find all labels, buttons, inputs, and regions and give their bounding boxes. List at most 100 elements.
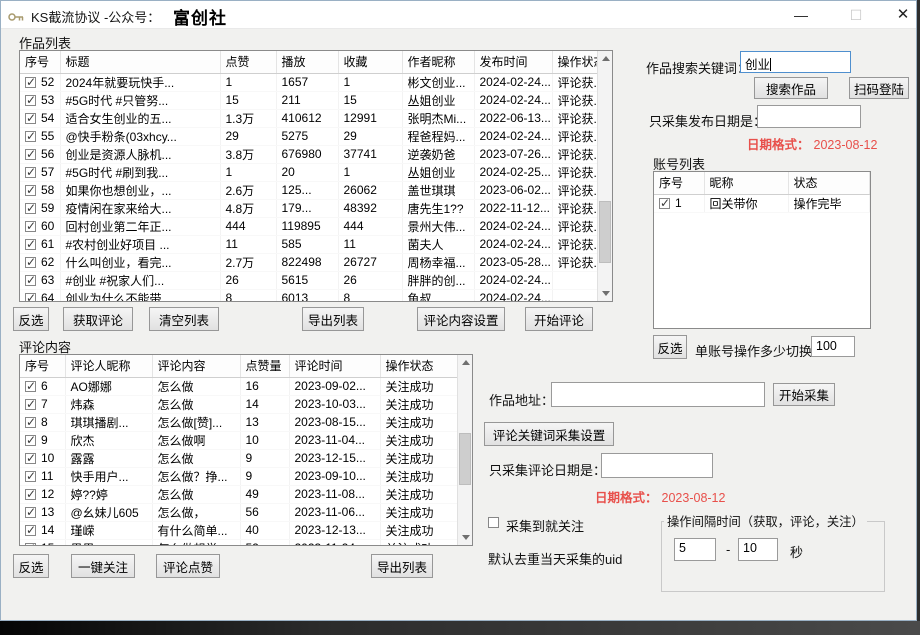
row-checkbox[interactable] bbox=[25, 399, 36, 410]
row-checkbox[interactable] bbox=[25, 95, 36, 106]
text-caret bbox=[770, 58, 771, 71]
interval-groupbox: 操作间隔时间（获取，评论，关注） 5 - 10 秒 bbox=[661, 512, 885, 592]
comments-row[interactable]: 11快手用户...怎么做？挣...92023-09-10...关注成功 bbox=[20, 467, 459, 485]
close-button[interactable]: ✕ bbox=[886, 1, 917, 29]
search-works-button[interactable]: 搜索作品 bbox=[754, 77, 828, 99]
start-comment-button[interactable]: 开始评论 bbox=[525, 307, 593, 331]
row-checkbox[interactable] bbox=[25, 239, 36, 250]
window-title: KS截流协议 -公众号： bbox=[31, 7, 160, 26]
scroll-down-arrow-icon[interactable] bbox=[598, 286, 612, 301]
accounts-table[interactable]: 序号 昵称 状态 1回关带你操作完毕 bbox=[653, 171, 871, 329]
scrollbar-thumb[interactable] bbox=[459, 433, 471, 485]
interval-unit-label: 秒 bbox=[790, 542, 803, 561]
row-checkbox[interactable] bbox=[25, 131, 36, 142]
row-checkbox[interactable] bbox=[659, 198, 670, 209]
scroll-up-arrow-icon[interactable] bbox=[598, 51, 612, 66]
scroll-up-arrow-icon[interactable] bbox=[458, 355, 472, 370]
row-checkbox[interactable] bbox=[25, 417, 36, 428]
account-switch-label: 单账号操作多少切换： bbox=[695, 341, 825, 360]
works-table[interactable]: 序号 标题 点赞 播放 收藏 作者昵称 发布时间 操作状态 522024年就要玩… bbox=[19, 50, 613, 302]
works-row[interactable]: 64创业为什么不能带...860138鱼叔2024-02-24... bbox=[20, 289, 599, 302]
row-checkbox[interactable] bbox=[25, 77, 36, 88]
comments-row[interactable]: 10露露怎么做92023-12-15...关注成功 bbox=[20, 449, 459, 467]
works-row[interactable]: 54适合女生创业的五...1.3万41061212991张明杰Mi...2022… bbox=[20, 109, 599, 127]
comments-table[interactable]: 序号 评论人昵称 评论内容 点赞量 评论时间 操作状态 6AO娜娜怎么做1620… bbox=[19, 354, 473, 546]
qr-login-button[interactable]: 扫码登陆 bbox=[849, 77, 909, 99]
row-checkbox[interactable] bbox=[25, 435, 36, 446]
comment-date-label: 只采集评论日期是： bbox=[489, 460, 606, 479]
row-checkbox[interactable] bbox=[25, 203, 36, 214]
scrollbar-thumb[interactable] bbox=[599, 201, 611, 263]
start-collect-button[interactable]: 开始采集 bbox=[773, 383, 835, 406]
works-row[interactable]: 63#创业 #祝家人们...26561526胖胖的创...2024-02-24.… bbox=[20, 271, 599, 289]
row-checkbox[interactable] bbox=[25, 113, 36, 124]
works-invert-button[interactable]: 反选 bbox=[13, 307, 49, 331]
accounts-table-header: 序号 昵称 状态 bbox=[654, 172, 870, 194]
comments-scrollbar[interactable] bbox=[457, 355, 472, 545]
follow-on-collect-label: 采集到就关注 bbox=[506, 516, 584, 535]
interval-label: 操作间隔时间（获取，评论，关注） bbox=[664, 512, 867, 530]
publish-date-input[interactable] bbox=[757, 105, 861, 128]
row-checkbox[interactable] bbox=[25, 221, 36, 232]
works-row[interactable]: 61#农村创业好项目 ...1158511菌夫人2024-02-24...评论获… bbox=[20, 235, 599, 253]
row-checkbox[interactable] bbox=[25, 525, 36, 536]
row-checkbox[interactable] bbox=[25, 489, 36, 500]
minimize-button[interactable]: — bbox=[784, 1, 818, 29]
publish-date-format-hint: 日期格式：2023-08-12 bbox=[747, 134, 877, 153]
row-checkbox[interactable] bbox=[25, 381, 36, 392]
work-url-input[interactable] bbox=[551, 382, 765, 407]
works-row[interactable]: 57#5G时代 #刷到我...1201丛姐创业2024-02-25...评论获.… bbox=[20, 163, 599, 181]
dedupe-note-label: 默认去重当天采集的uid bbox=[488, 549, 622, 568]
row-checkbox[interactable] bbox=[25, 167, 36, 178]
row-checkbox[interactable] bbox=[25, 543, 36, 547]
account-row[interactable]: 1回关带你操作完毕 bbox=[654, 194, 870, 212]
interval-max-input[interactable]: 10 bbox=[738, 538, 778, 561]
comments-invert-button[interactable]: 反选 bbox=[13, 554, 49, 578]
works-row[interactable]: 62什么叫创业，看完...2.7万82249826727周杨幸福...2023-… bbox=[20, 253, 599, 271]
row-checkbox[interactable] bbox=[25, 149, 36, 160]
clear-list-button[interactable]: 清空列表 bbox=[149, 307, 219, 331]
comments-row[interactable]: 7炜森怎么做142023-10-03...关注成功 bbox=[20, 395, 459, 413]
account-switch-input[interactable]: 100 bbox=[811, 336, 855, 357]
comments-row[interactable]: 14瑾嵘有什么简单...402023-12-13...关注成功 bbox=[20, 521, 459, 539]
works-row[interactable]: 53#5G时代 #只管努...1521115丛姐创业2024-02-24...评… bbox=[20, 91, 599, 109]
comments-row[interactable]: 8琪琪播剧...怎么做[赞]...132023-08-15...关注成功 bbox=[20, 413, 459, 431]
works-export-button[interactable]: 导出列表 bbox=[302, 307, 364, 331]
row-checkbox[interactable] bbox=[25, 275, 36, 286]
comments-row[interactable]: 9欣杰怎么做啊102023-11-04...关注成功 bbox=[20, 431, 459, 449]
scroll-down-arrow-icon[interactable] bbox=[458, 530, 472, 545]
search-keyword-input[interactable]: 创业 bbox=[740, 51, 851, 73]
row-checkbox[interactable] bbox=[25, 507, 36, 518]
comments-row[interactable]: 15果果怎么做想学522023-11-24...关注成功 bbox=[20, 539, 459, 546]
works-row[interactable]: 55@快手粉条(03xhcy...29527529程爸程妈...2024-02-… bbox=[20, 127, 599, 145]
comments-row[interactable]: 6AO娜娜怎么做162023-09-02...关注成功 bbox=[20, 377, 459, 395]
publish-date-label: 只采集发布日期是： bbox=[649, 111, 766, 130]
like-comments-button[interactable]: 评论点赞 bbox=[156, 554, 220, 578]
row-checkbox[interactable] bbox=[25, 257, 36, 268]
follow-on-collect-checkbox[interactable] bbox=[488, 517, 499, 528]
works-row[interactable]: 58如果你也想创业，...2.6万125...26062盖世琪琪2023-06-… bbox=[20, 181, 599, 199]
row-checkbox[interactable] bbox=[25, 453, 36, 464]
comments-row[interactable]: 12婷??婷怎么做492023-11-08...关注成功 bbox=[20, 485, 459, 503]
row-checkbox[interactable] bbox=[25, 471, 36, 482]
works-row[interactable]: 60回村创业第二年正...444119895444景州大伟...2024-02-… bbox=[20, 217, 599, 235]
works-row[interactable]: 56创业是资源人脉机...3.8万67698037741逆袭奶爸2023-07-… bbox=[20, 145, 599, 163]
comment-date-input[interactable] bbox=[601, 453, 713, 478]
works-row[interactable]: 59疫情闲在家来给大...4.8万179...48392唐先生1??2022-1… bbox=[20, 199, 599, 217]
interval-min-input[interactable]: 5 bbox=[674, 538, 716, 561]
app-window: KS截流协议 -公众号： 富创社 — ☐ ✕ 作品列表 序号 标题 点赞 播放 … bbox=[0, 0, 917, 621]
comment-content-settings-button[interactable]: 评论内容设置 bbox=[417, 307, 505, 331]
row-checkbox[interactable] bbox=[25, 293, 36, 303]
comments-table-header: 序号 评论人昵称 评论内容 点赞量 评论时间 操作状态 bbox=[20, 355, 459, 377]
fetch-comments-button[interactable]: 获取评论 bbox=[63, 307, 133, 331]
comment-date-format-hint: 日期格式：2023-08-12 bbox=[595, 487, 725, 506]
comment-keyword-settings-button[interactable]: 评论关键词采集设置 bbox=[484, 422, 614, 446]
accounts-invert-button[interactable]: 反选 bbox=[653, 335, 687, 359]
works-table-header: 序号 标题 点赞 播放 收藏 作者昵称 发布时间 操作状态 bbox=[20, 51, 599, 73]
row-checkbox[interactable] bbox=[25, 185, 36, 196]
works-scrollbar[interactable] bbox=[597, 51, 612, 301]
follow-all-button[interactable]: 一键关注 bbox=[71, 554, 135, 578]
comments-export-button[interactable]: 导出列表 bbox=[371, 554, 433, 578]
works-row[interactable]: 522024年就要玩快手...116571彬文创业...2024-02-24..… bbox=[20, 73, 599, 91]
comments-row[interactable]: 13@幺妹儿605怎么做，562023-11-06...关注成功 bbox=[20, 503, 459, 521]
